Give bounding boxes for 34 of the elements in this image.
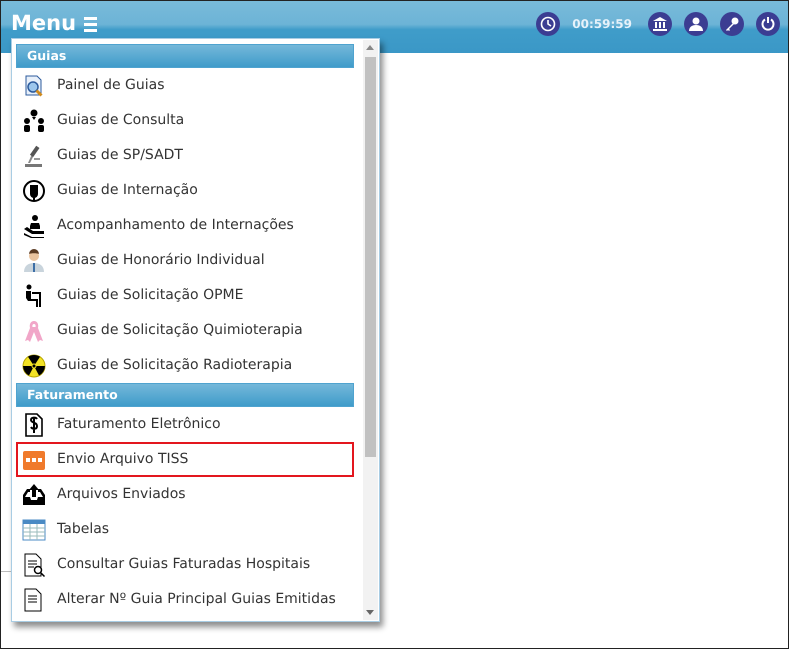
menu-item[interactable]: Envio Arquivo TISS [16,442,354,477]
doctor-icon [22,248,46,272]
key-icon[interactable] [720,12,744,36]
menu-icon [84,16,98,32]
menu-item[interactable]: Guias de SP/SADT [16,138,354,173]
menu-item[interactable]: Faturamento Eletrônico [16,407,354,442]
menu-item[interactable]: Painel de Guias [16,68,354,103]
menu-item[interactable]: Acompanhamento de Internações [16,208,354,243]
upload-tray-icon [22,482,46,506]
people-icon [22,108,46,132]
session-timer: 00:59:59 [572,16,632,33]
menu-item[interactable]: Guias de Consulta [16,103,354,138]
section-header: Guias [16,44,354,68]
menu-item[interactable]: Consultar Guias Faturadas Hospitais [16,547,354,582]
radiation-icon [22,354,46,378]
menu-item[interactable]: Guias de Solicitação OPME [16,278,354,313]
menu-item[interactable]: Alterar Nº Guia Principal Guias Emitidas [16,582,354,617]
menu-item[interactable]: Arquivos Enviados [16,477,354,512]
table-icon [22,518,46,542]
bank-icon[interactable] [648,12,672,36]
section-header: Faturamento [16,383,354,407]
ribbon-icon [22,318,46,342]
menu-item[interactable]: Guias de Honorário Individual [16,243,354,278]
user-icon[interactable] [684,12,708,36]
menu-item[interactable]: Tabelas [16,512,354,547]
clock-icon [536,12,560,36]
caregiver-icon [22,214,46,238]
document-search-icon [22,552,46,576]
menu-item[interactable]: Guias de Internação [16,173,354,208]
scrollbar[interactable] [363,40,378,620]
menu-item[interactable]: Guias de Solicitação Quimioterapia [16,313,354,348]
menu-item[interactable]: Guias de Solicitação Radioterapia [16,348,354,383]
power-icon[interactable] [756,12,780,36]
dollar-document-icon [22,412,46,436]
